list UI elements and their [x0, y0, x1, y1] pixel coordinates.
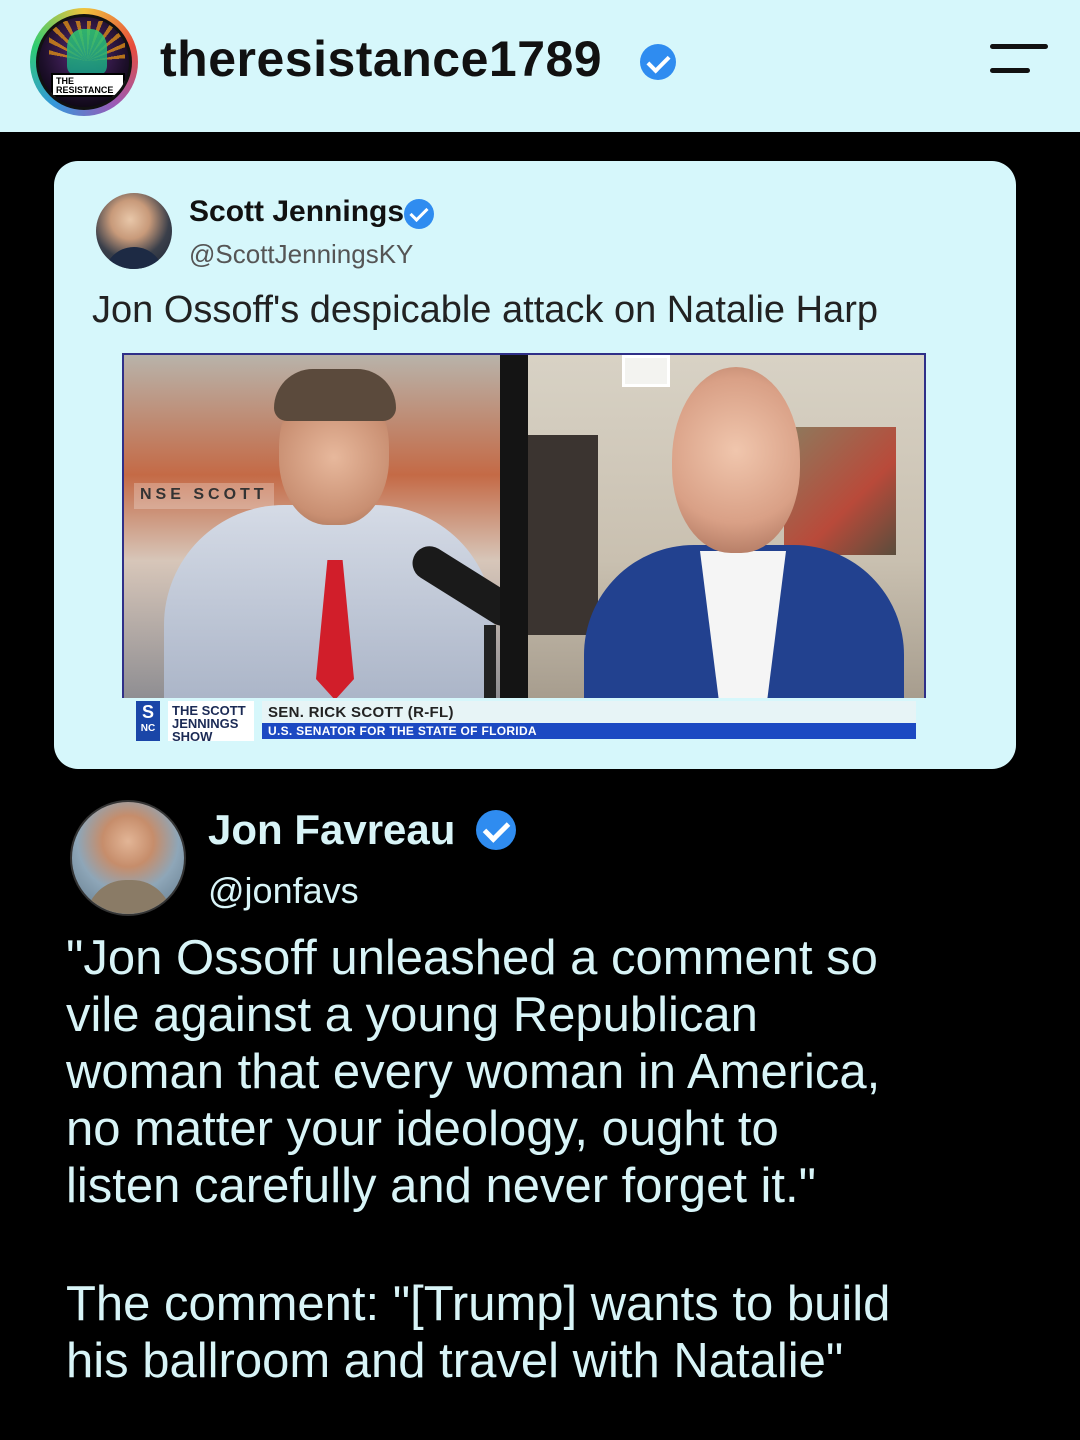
liberty-statue-icon	[67, 29, 107, 75]
quote-line: no matter your ideology, ought to	[66, 1102, 779, 1156]
embedded-tweet-card[interactable]: Scott Jennings @ScottJenningsKY Jon Osso…	[54, 161, 1016, 769]
host-hair	[274, 369, 396, 421]
video-right-panel	[528, 355, 924, 698]
profile-header: THE RESISTANCE theresistance1789	[0, 0, 1080, 132]
wall-sign: NSE SCOTT	[134, 483, 274, 509]
quote-line: vile against a young Republican	[66, 988, 758, 1042]
tweet-author-handle[interactable]: @jonfavs	[208, 870, 359, 912]
network-logo: S NC	[136, 701, 160, 741]
embedded-author-handle[interactable]: @ScottJenningsKY	[189, 239, 413, 270]
network-logo-letter: S	[141, 702, 154, 722]
quote-line: woman that every woman in America,	[66, 1045, 881, 1099]
profile-username[interactable]: theresistance1789	[160, 30, 602, 88]
video-still[interactable]: NSE SCOTT	[122, 353, 926, 698]
embedded-tweet-text: Jon Ossoff's despicable attack on Natali…	[92, 289, 878, 331]
video-left-panel: NSE SCOTT	[124, 355, 500, 698]
jon-favreau-avatar[interactable]	[70, 800, 186, 916]
menu-icon[interactable]	[990, 44, 1048, 78]
quote-line: "Jon Ossoff unleashed a comment so	[66, 931, 878, 985]
background-shelf	[528, 435, 598, 635]
tweet-author-name[interactable]: Jon Favreau	[208, 806, 455, 854]
comment-line: The comment: "[Trump] wants to build	[66, 1277, 891, 1331]
scott-jennings-avatar[interactable]	[96, 193, 172, 269]
show-logo: THE SCOTT JENNINGS SHOW	[168, 701, 254, 743]
embedded-author-name[interactable]: Scott Jennings	[189, 195, 404, 229]
verified-badge-icon	[640, 44, 676, 80]
quote-line: listen carefully and never forget it."	[66, 1159, 817, 1213]
video-divider	[500, 355, 528, 698]
tweet-quote-text: "Jon Ossoff unleashed a comment so vile …	[66, 930, 1026, 1215]
background-painting	[784, 427, 896, 555]
chyron-info: SEN. RICK SCOTT (R-FL) U.S. SENATOR FOR …	[262, 701, 916, 741]
menu-line-bottom	[990, 68, 1030, 73]
tweet-comment-text: The comment: "[Trump] wants to build his…	[66, 1276, 1026, 1390]
network-logo-sub: NC	[140, 723, 156, 734]
avatar-badge-text: THE RESISTANCE	[51, 73, 125, 97]
guest-head	[672, 367, 800, 553]
video-chyron: S NC THE SCOTT JENNINGS SHOW SEN. RICK S…	[136, 701, 916, 743]
chyron-title: SEN. RICK SCOTT (R-FL)	[262, 701, 916, 723]
chyron-subtitle: U.S. SENATOR FOR THE STATE OF FLORIDA	[262, 723, 916, 739]
menu-line-top	[990, 44, 1048, 49]
background-window	[622, 355, 670, 387]
microphone-arm	[484, 625, 496, 698]
verified-badge-icon	[404, 199, 434, 229]
profile-avatar[interactable]: THE RESISTANCE	[30, 8, 138, 116]
comment-line: his ballroom and travel with Natalie"	[66, 1334, 844, 1388]
verified-badge-icon	[476, 810, 516, 850]
avatar-image: THE RESISTANCE	[36, 14, 132, 110]
